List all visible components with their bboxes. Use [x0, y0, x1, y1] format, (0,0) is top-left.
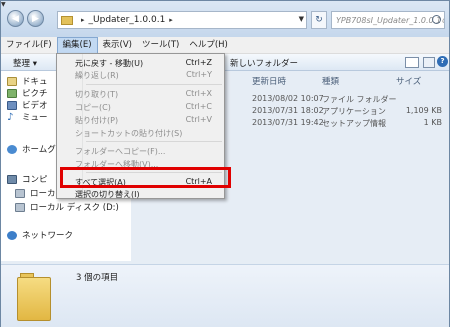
file-date: 2013/08/02 10:07 [252, 94, 324, 103]
column-header-size[interactable]: サイズ [396, 75, 421, 87]
nav-label: コンピ [22, 175, 48, 185]
nav-item-local-d[interactable]: ローカル ディスク (D:) [15, 201, 119, 213]
arrow-left-icon: ◀ [12, 13, 19, 24]
search-input[interactable]: YPB708sI_Updater_1.0.0.1の検索 [331, 11, 445, 29]
menu-item-label: コピー(C) [75, 103, 111, 112]
file-type: セットアップ情報 [322, 119, 386, 128]
menu-item-cut[interactable]: 切り取り(T) Ctrl+X [57, 88, 224, 100]
recent-pages-button[interactable]: ▼ [1, 1, 9, 9]
list-header: 更新日時 種類 サイズ [246, 73, 449, 87]
videos-icon [7, 100, 17, 110]
file-type: アプリケーション [322, 107, 386, 116]
documents-icon [7, 76, 17, 86]
nav-item-music[interactable]: ♪ ミュー [7, 111, 48, 123]
music-icon: ♪ [7, 111, 14, 123]
nav-item-documents[interactable]: ドキュ [7, 75, 48, 87]
nav-label: ピクチ [22, 89, 48, 99]
select-all-highlight-box [60, 167, 231, 188]
homegroup-icon [7, 144, 17, 154]
menu-separator [86, 141, 222, 142]
breadcrumb-segment[interactable]: _Updater_1.0.0.1 [89, 15, 166, 25]
address-bar[interactable]: ▸ _Updater_1.0.0.1 ▸ ▼ [57, 11, 307, 29]
search-placeholder: YPB708sI_Updater_1.0.0.1の検索 [336, 16, 444, 25]
file-row[interactable]: 2013/08/02 10:07 ファイル フォルダー [252, 94, 442, 106]
nav-item-network[interactable]: ネットワーク [7, 229, 73, 241]
menu-separator [86, 84, 222, 85]
nav-label: ネットワーク [22, 231, 74, 241]
nav-item-homegroup[interactable]: ホームグ [7, 143, 56, 155]
menu-item-invert-selection[interactable]: 選択の切り替え(I) [57, 188, 224, 200]
menu-tools[interactable]: ツール(T) [137, 37, 184, 54]
network-icon [7, 230, 17, 240]
menu-item-redo[interactable]: 繰り返し(R) Ctrl+Y [57, 69, 224, 81]
menu-item-label: 貼り付け(P) [75, 116, 119, 125]
help-icon[interactable]: ? [437, 56, 448, 67]
arrow-right-icon: ▶ [32, 13, 39, 24]
nav-item-videos[interactable]: ビデオ [7, 99, 48, 111]
menu-item-paste-shortcut[interactable]: ショートカットの貼り付け(S) [57, 127, 224, 139]
nav-item-local-c[interactable]: ローカ [15, 187, 56, 199]
nav-item-computer[interactable]: コンピ [7, 173, 48, 185]
search-icon [432, 15, 441, 24]
organize-button[interactable]: 整理 ▾ [13, 57, 37, 69]
menu-item-label: 切り取り(T) [75, 90, 119, 99]
file-date: 2013/07/31 18:02 [252, 106, 324, 115]
address-toolbar: ◀ ▶ ▼ ▸ _Updater_1.0.0.1 ▸ ▼ ↻ YPB708sI_… [1, 1, 449, 37]
menu-bar: ファイル(F) 編集(E) 表示(V) ツール(T) ヘルプ(H) [1, 36, 449, 54]
menu-item-label: 繰り返し(R) [75, 71, 119, 80]
folder-icon [61, 15, 73, 25]
item-count: 3 個の項目 [76, 273, 119, 283]
menu-edit[interactable]: 編集(E) [56, 36, 98, 54]
new-folder-button[interactable]: 新しいフォルダー [230, 57, 298, 69]
refresh-icon: ↻ [315, 15, 323, 25]
menu-item-copy[interactable]: コピー(C) Ctrl+C [57, 101, 224, 113]
menu-item-undo[interactable]: 元に戻す - 移動(U) Ctrl+Z [57, 57, 224, 69]
nav-label: ドキュ [22, 77, 48, 87]
file-size: 1,109 KB [405, 106, 442, 115]
refresh-button[interactable]: ↻ [311, 11, 327, 29]
menu-item-paste[interactable]: 貼り付け(P) Ctrl+V [57, 114, 224, 126]
menu-item-label: 元に戻す - 移動(U) [75, 59, 144, 68]
drive-icon [15, 202, 25, 212]
menu-item-shortcut: Ctrl+C [185, 102, 212, 111]
menu-item-copy-to-folder[interactable]: フォルダーへコピー(F)... [57, 145, 224, 157]
explorer-window: ◀ ▶ ▼ ▸ _Updater_1.0.0.1 ▸ ▼ ↻ YPB708sI_… [0, 0, 450, 327]
menu-item-label: ショートカットの貼り付け(S) [75, 129, 183, 138]
breadcrumb-separator[interactable]: ▸ [81, 16, 85, 24]
menu-item-shortcut: Ctrl+X [185, 89, 212, 98]
menu-item-label: 選択の切り替え(I) [75, 190, 140, 199]
column-header-type[interactable]: 種類 [322, 75, 339, 87]
folder-icon [17, 277, 51, 321]
menu-help[interactable]: ヘルプ(H) [184, 37, 233, 54]
column-header-date[interactable]: 更新日時 [252, 75, 286, 87]
file-date: 2013/07/31 19:42 [252, 118, 324, 127]
pictures-icon [7, 88, 17, 98]
back-button[interactable]: ◀ [7, 10, 24, 27]
nav-label: ローカル ディスク (D:) [30, 203, 119, 213]
nav-label: ホームグ [22, 145, 56, 155]
file-row[interactable]: 2013/07/31 18:02 アプリケーション 1,109 KB [252, 106, 442, 118]
file-row[interactable]: 2013/07/31 19:42 セットアップ情報 1 KB [252, 118, 442, 130]
file-type: ファイル フォルダー [322, 95, 397, 104]
forward-button[interactable]: ▶ [27, 10, 44, 27]
nav-label: ローカ [30, 189, 56, 199]
view-options-icon[interactable] [405, 57, 419, 68]
menu-item-shortcut: Ctrl+Y [186, 70, 212, 79]
menu-item-shortcut: Ctrl+Z [185, 58, 212, 67]
chevron-down-icon[interactable]: ▼ [299, 15, 304, 23]
menu-file[interactable]: ファイル(F) [1, 37, 57, 54]
menu-item-label: フォルダーへコピー(F)... [75, 147, 166, 156]
nav-item-pictures[interactable]: ピクチ [7, 87, 48, 99]
details-pane: 3 個の項目 [1, 264, 449, 327]
computer-icon [7, 174, 17, 184]
preview-pane-icon[interactable] [423, 57, 435, 68]
nav-label: ビデオ [22, 101, 48, 111]
nav-label: ミュー [22, 113, 48, 123]
menu-item-shortcut: Ctrl+V [185, 115, 212, 124]
menu-view[interactable]: 表示(V) [98, 37, 137, 54]
breadcrumb-separator[interactable]: ▸ [169, 16, 173, 24]
drive-icon [15, 188, 25, 198]
file-size: 1 KB [423, 118, 442, 127]
